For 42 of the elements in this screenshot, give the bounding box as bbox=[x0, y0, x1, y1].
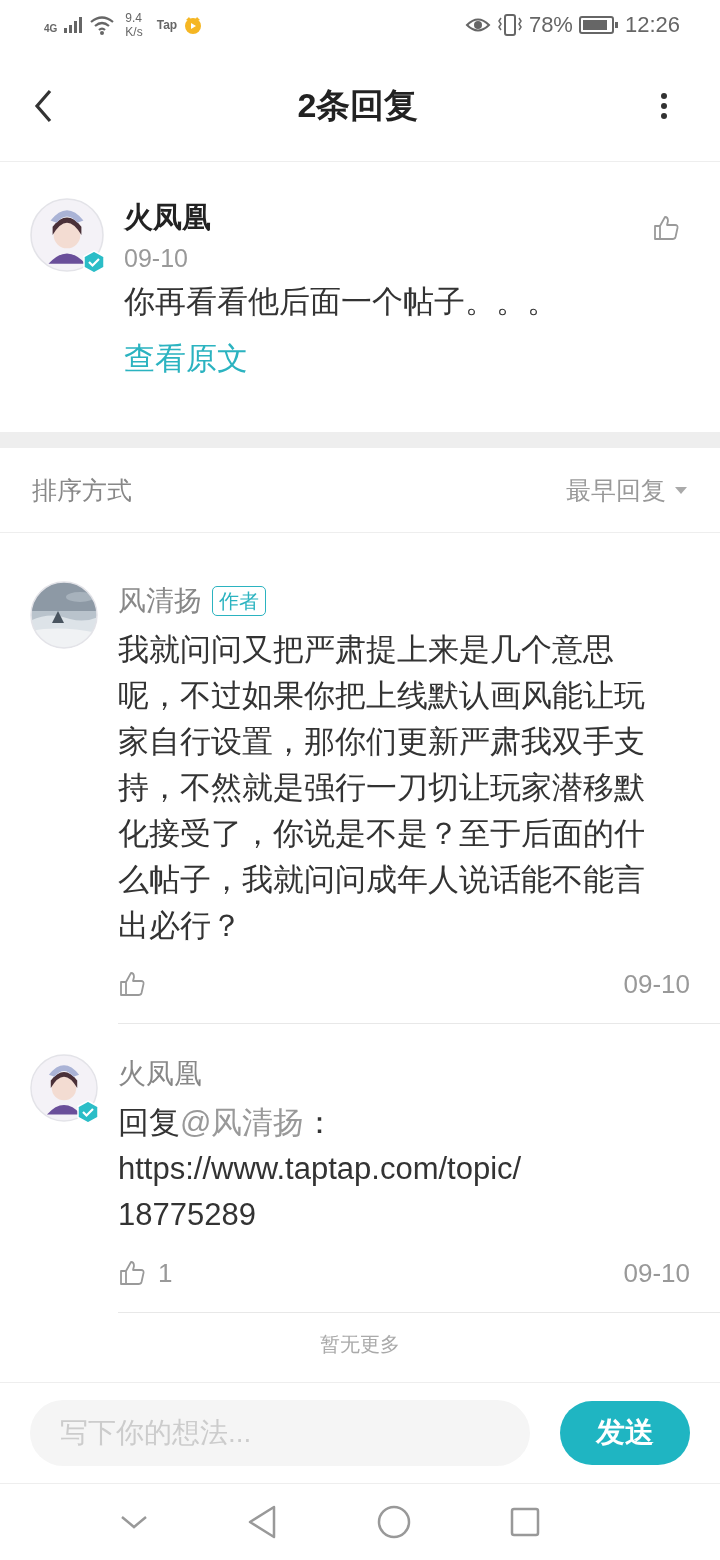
battery-percent: 78% bbox=[528, 12, 573, 38]
vibrate-icon bbox=[496, 14, 523, 36]
reply-prefix: 回复 bbox=[118, 1105, 180, 1140]
sort-label: 排序方式 bbox=[32, 474, 132, 506]
back-nav-icon[interactable] bbox=[247, 1505, 278, 1539]
sort-dropdown[interactable]: 最早回复 bbox=[566, 473, 688, 507]
author-tag: 作者 bbox=[212, 586, 266, 616]
end-note: 暂无更多 bbox=[319, 1332, 401, 1357]
recents-icon[interactable] bbox=[510, 1507, 541, 1537]
app-label: Tap bbox=[156, 18, 178, 32]
avatar-icon bbox=[30, 198, 104, 272]
like-icon[interactable] bbox=[118, 970, 146, 998]
home-icon[interactable] bbox=[376, 1505, 411, 1539]
network-label: 4G bbox=[44, 23, 58, 34]
comment-date: 09-10 bbox=[124, 243, 189, 274]
topic-link[interactable]: https://www.taptap.com/topic/18775289 bbox=[118, 1146, 538, 1238]
mascot-icon bbox=[183, 15, 204, 35]
collapse-icon[interactable] bbox=[119, 1514, 148, 1530]
signal-icon bbox=[63, 17, 84, 33]
view-original-link[interactable]: 查看原文 bbox=[124, 338, 632, 380]
speed-value: 9.4 bbox=[125, 11, 143, 25]
battery-icon bbox=[578, 15, 619, 35]
send-button[interactable]: 发送 bbox=[560, 1401, 690, 1465]
speed-unit: K/s bbox=[125, 25, 143, 39]
clock: 12:26 bbox=[624, 12, 680, 38]
more-icon[interactable] bbox=[660, 90, 668, 121]
reply-colon: ： bbox=[304, 1105, 336, 1140]
mention-link[interactable]: @风清扬 bbox=[180, 1105, 305, 1140]
like-count: 1 bbox=[158, 1257, 173, 1289]
comment-text: 你再看看他后面一个帖子。。。 bbox=[124, 283, 559, 321]
caret-icon bbox=[674, 485, 688, 495]
author-name[interactable]: 风清扬 bbox=[118, 582, 202, 620]
author-name[interactable]: 火凤凰 bbox=[118, 1055, 202, 1093]
like-icon[interactable] bbox=[652, 214, 680, 242]
avatar-icon bbox=[30, 1054, 98, 1122]
like-icon[interactable] bbox=[118, 1259, 146, 1287]
reply-date: 09-10 bbox=[623, 968, 690, 1000]
author-name[interactable]: 火凤凰 bbox=[124, 198, 632, 236]
reply-date: 09-10 bbox=[623, 1257, 690, 1289]
wifi-icon bbox=[89, 15, 116, 35]
reply-text: 我就问问又把严肃提上来是几个意思呢，不过如果你把上线默认画风能让玩家自行设置，那你们更新严肃我双手支持，不然就是强行一刀切让玩家潜移默化接受了，你说是不是？至于后面的什么帖子，我就问问成年人说话能不能言出必行？ bbox=[118, 631, 646, 945]
page-title: 2条回复 bbox=[297, 84, 419, 126]
